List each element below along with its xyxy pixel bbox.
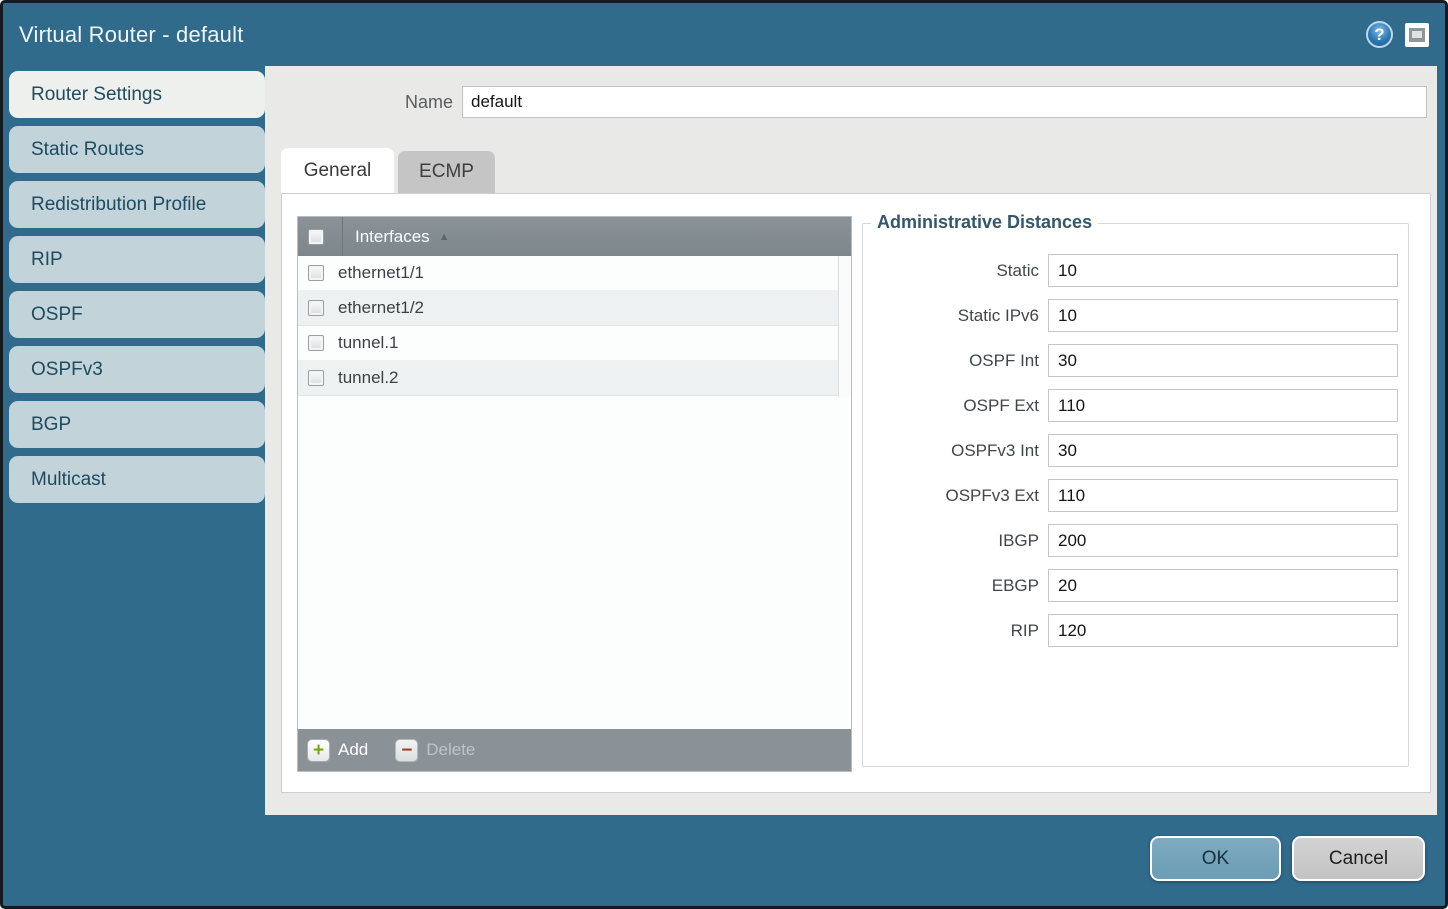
ebgp-distance-input[interactable] xyxy=(1048,569,1398,602)
content-area: Name General ECMP Interfaces ▲ xyxy=(265,66,1437,815)
field-row: OSPF Ext xyxy=(863,389,1398,422)
sidebar-nav: Router Settings Static Routes Redistribu… xyxy=(9,71,265,511)
column-header-label: Interfaces xyxy=(355,227,430,247)
sidebar-item-rip[interactable]: RIP xyxy=(9,236,265,283)
virtual-router-dialog: Virtual Router - default ? Router Settin… xyxy=(0,0,1448,909)
interface-name: ethernet1/2 xyxy=(338,298,424,318)
name-input[interactable] xyxy=(462,86,1427,118)
sidebar-item-ospf[interactable]: OSPF xyxy=(9,291,265,338)
cancel-button[interactable]: Cancel xyxy=(1292,836,1425,881)
ospf-ext-label: OSPF Ext xyxy=(863,396,1048,416)
field-row: OSPFv3 Ext xyxy=(863,479,1398,512)
sort-ascending-icon: ▲ xyxy=(439,231,450,243)
sidebar-item-multicast[interactable]: Multicast xyxy=(9,456,265,503)
plus-icon: + xyxy=(307,739,330,762)
static-ipv6-label: Static IPv6 xyxy=(863,306,1048,326)
field-row: EBGP xyxy=(863,569,1398,602)
column-divider xyxy=(342,217,343,256)
fieldset-legend: Administrative Distances xyxy=(871,212,1098,233)
tab-general[interactable]: General xyxy=(281,148,394,193)
header-checkbox-cell xyxy=(308,229,342,245)
static-label: Static xyxy=(863,261,1048,281)
row-checkbox[interactable] xyxy=(308,300,324,316)
table-row[interactable]: ethernet1/1 xyxy=(298,256,851,291)
window-restore-icon-inner xyxy=(1409,28,1425,42)
field-row: OSPFv3 Int xyxy=(863,434,1398,467)
field-row: IBGP xyxy=(863,524,1398,557)
sidebar-item-redistribution-profile[interactable]: Redistribution Profile xyxy=(9,181,265,228)
sidebar-item-router-settings[interactable]: Router Settings xyxy=(9,71,265,118)
minus-icon: − xyxy=(395,739,418,762)
row-checkbox[interactable] xyxy=(308,265,324,281)
sidebar-item-bgp[interactable]: BGP xyxy=(9,401,265,448)
add-button-label: Add xyxy=(338,740,368,760)
ospf-int-label: OSPF Int xyxy=(863,351,1048,371)
interfaces-column-header[interactable]: Interfaces ▲ xyxy=(298,217,851,256)
administrative-distances-fieldset: Administrative Distances Static Static I… xyxy=(862,223,1409,767)
name-row: Name xyxy=(265,86,1427,118)
ospfv3-ext-distance-input[interactable] xyxy=(1048,479,1398,512)
ospf-ext-distance-input[interactable] xyxy=(1048,389,1398,422)
static-ipv6-distance-input[interactable] xyxy=(1048,299,1398,332)
dialog-title: Virtual Router - default xyxy=(19,22,244,48)
table-scrollbar[interactable] xyxy=(838,256,851,397)
interfaces-table-body: ethernet1/1 ethernet1/2 tunnel.1 tunnel.… xyxy=(298,256,851,729)
help-icon[interactable]: ? xyxy=(1366,21,1393,48)
titlebar-icons: ? xyxy=(1366,21,1429,48)
delete-button[interactable]: − Delete xyxy=(395,739,475,762)
ok-button[interactable]: OK xyxy=(1150,836,1281,881)
tab-ecmp[interactable]: ECMP xyxy=(398,151,495,193)
row-checkbox[interactable] xyxy=(308,370,324,386)
general-tab-panel: Interfaces ▲ ethernet1/1 ethernet1/2 tun… xyxy=(281,193,1431,793)
ospf-int-distance-input[interactable] xyxy=(1048,344,1398,377)
interfaces-table: Interfaces ▲ ethernet1/1 ethernet1/2 tun… xyxy=(297,216,852,772)
rip-distance-input[interactable] xyxy=(1048,614,1398,647)
static-distance-input[interactable] xyxy=(1048,254,1398,287)
field-row: Static IPv6 xyxy=(863,299,1398,332)
window-restore-icon[interactable] xyxy=(1405,23,1429,47)
delete-button-label: Delete xyxy=(426,740,475,760)
interface-name: tunnel.1 xyxy=(338,333,399,353)
ospfv3-int-label: OSPFv3 Int xyxy=(863,441,1048,461)
window-restore-icon-pane xyxy=(1412,31,1422,38)
ibgp-label: IBGP xyxy=(863,531,1048,551)
row-checkbox[interactable] xyxy=(308,335,324,351)
name-label: Name xyxy=(265,92,462,113)
ospfv3-int-distance-input[interactable] xyxy=(1048,434,1398,467)
sidebar-item-static-routes[interactable]: Static Routes xyxy=(9,126,265,173)
table-row[interactable]: tunnel.2 xyxy=(298,361,851,396)
select-all-checkbox[interactable] xyxy=(308,229,324,245)
table-toolbar: + Add − Delete xyxy=(298,729,851,771)
interface-name: ethernet1/1 xyxy=(338,263,424,283)
field-row: RIP xyxy=(863,614,1398,647)
ospfv3-ext-label: OSPFv3 Ext xyxy=(863,486,1048,506)
add-button[interactable]: + Add xyxy=(307,739,368,762)
sidebar-item-ospfv3[interactable]: OSPFv3 xyxy=(9,346,265,393)
rip-label: RIP xyxy=(863,621,1048,641)
dialog-footer: OK Cancel xyxy=(1150,836,1425,881)
field-row: Static xyxy=(863,254,1398,287)
field-row: OSPF Int xyxy=(863,344,1398,377)
ebgp-label: EBGP xyxy=(863,576,1048,596)
interface-name: tunnel.2 xyxy=(338,368,399,388)
ibgp-distance-input[interactable] xyxy=(1048,524,1398,557)
tabstrip: General ECMP xyxy=(281,148,495,193)
titlebar: Virtual Router - default ? xyxy=(3,3,1445,66)
table-row[interactable]: ethernet1/2 xyxy=(298,291,851,326)
table-row[interactable]: tunnel.1 xyxy=(298,326,851,361)
